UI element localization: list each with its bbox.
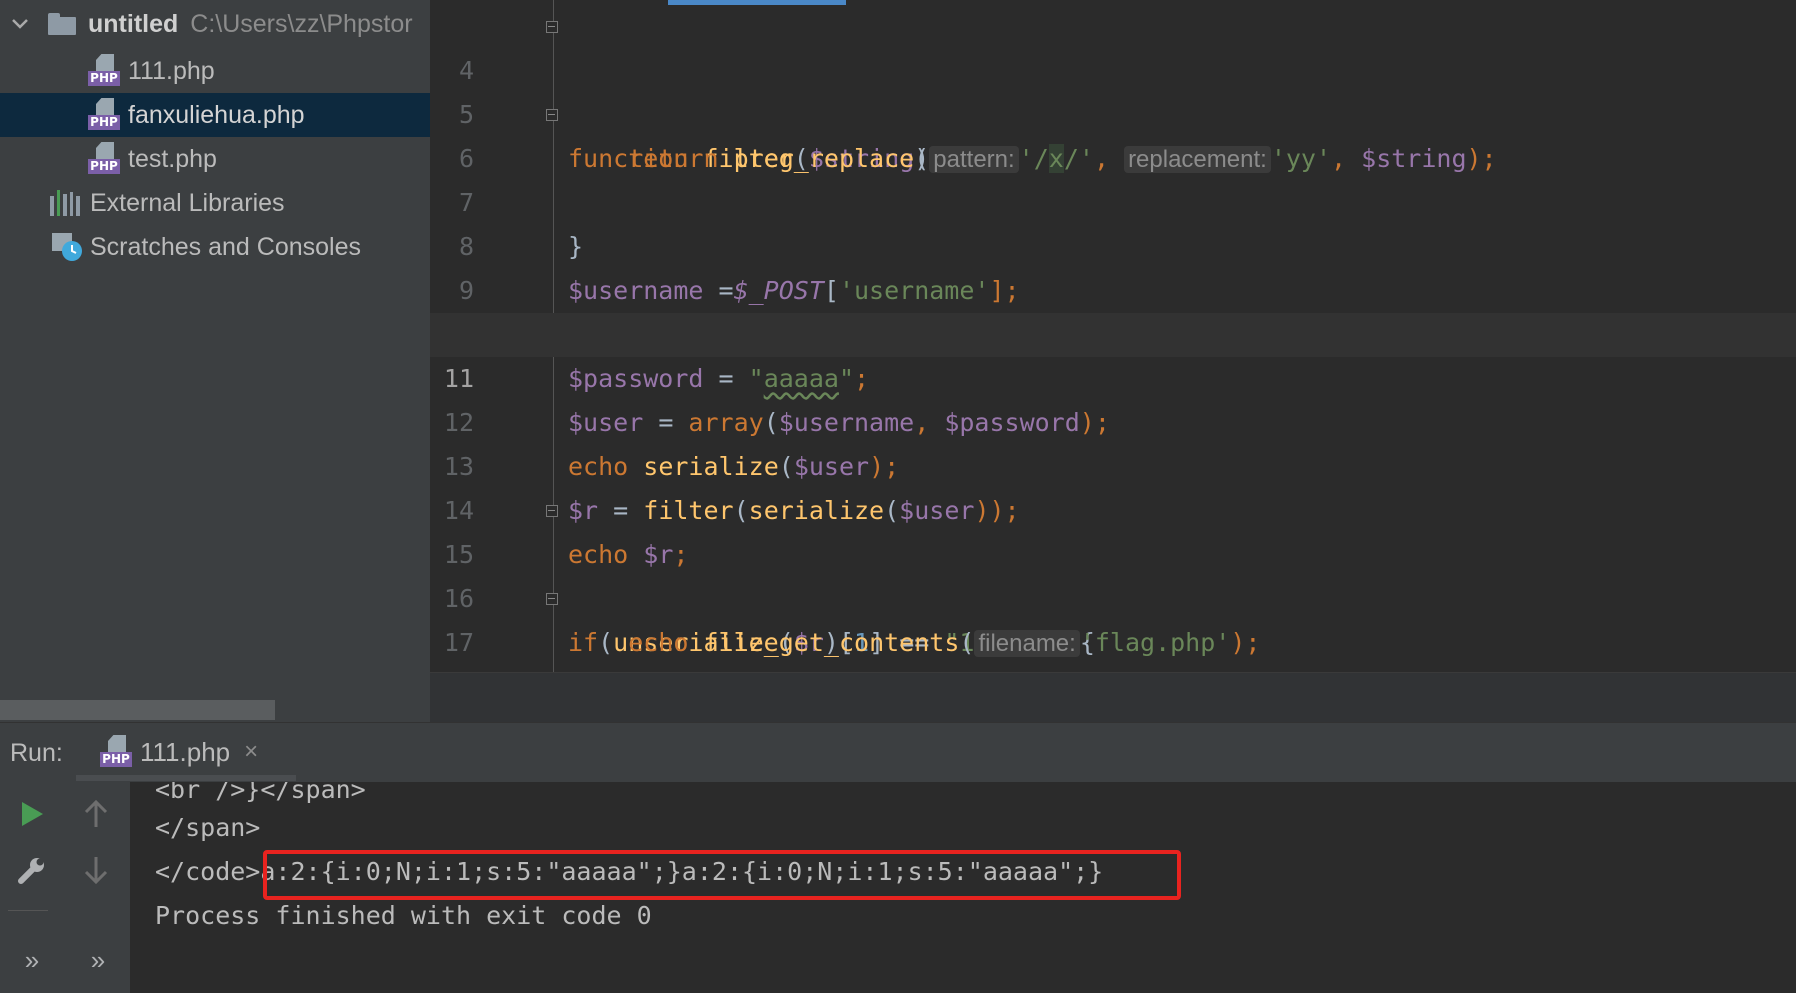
expand-icon[interactable]: » xyxy=(14,942,50,978)
editor-bottom-area xyxy=(430,672,1796,723)
console-line: Process finished with exit code 0 xyxy=(155,901,652,930)
run-toolbar: » » xyxy=(0,782,130,993)
file-name: 111.php xyxy=(128,56,215,85)
code-token: file_get_contents xyxy=(703,628,960,657)
root-folder-path: C:\Users\zz\Phpstor xyxy=(190,9,413,38)
code-token: echo xyxy=(628,628,689,657)
code-line[interactable]: 9 xyxy=(430,225,1796,305)
code-line[interactable]: 16 echo file_get_contents(filename:'flag… xyxy=(430,533,1796,657)
code-line[interactable]: 14 echo $r; xyxy=(430,445,1796,569)
php-file-icon: PHP xyxy=(88,98,120,132)
close-icon[interactable]: × xyxy=(244,738,258,766)
tree-external-libraries[interactable]: External Libraries xyxy=(0,181,430,225)
file-name: fanxuliehua.php xyxy=(128,100,305,129)
tree-file-111-php[interactable]: PHP 111.php xyxy=(0,49,430,93)
tree-file-fanxuliehua-php[interactable]: PHP fanxuliehua.php xyxy=(0,93,430,137)
horizontal-scrollbar[interactable] xyxy=(0,700,275,720)
code-line[interactable]: 10 $password = "aaaaa"; xyxy=(430,269,1796,393)
fold-icon[interactable] xyxy=(544,105,558,123)
php-file-icon: PHP xyxy=(88,54,120,88)
code-line[interactable]: 15 if(unserialize($r)[1] == "123456"){ xyxy=(430,489,1796,657)
arrow-down-icon[interactable] xyxy=(78,852,114,888)
run-tab-label: 111.php xyxy=(140,736,231,767)
code-line[interactable]: 8 $username =$_POST['username']; xyxy=(430,181,1796,305)
code-line[interactable]: 5 return preg_replace(pattern: '/x/', rep… xyxy=(430,49,1796,173)
wrench-icon[interactable] xyxy=(14,852,50,888)
code-line-current[interactable]: 11 $user = array($username, $password); xyxy=(430,313,1796,437)
run-tab-111-php[interactable]: PHP 111.php × xyxy=(100,729,258,775)
folder-icon xyxy=(48,13,76,35)
fold-icon[interactable] xyxy=(544,589,558,607)
arrow-up-icon[interactable] xyxy=(78,796,114,832)
code-line[interactable]: 13 $r = filter(serialize($user)); xyxy=(430,401,1796,525)
parameter-hint: filename: xyxy=(974,630,1080,657)
fold-icon[interactable] xyxy=(544,501,558,519)
code-token: ); xyxy=(1230,628,1261,657)
file-name: test.php xyxy=(128,144,217,173)
code-editor[interactable]: 4 function filter($string){ 5 return pre… xyxy=(430,0,1796,672)
run-tab-underline xyxy=(76,775,296,781)
fold-icon[interactable] xyxy=(544,17,558,35)
code-token: ( xyxy=(959,628,975,657)
run-label: Run: xyxy=(10,738,63,767)
code-token: 'flag.php' xyxy=(1079,628,1231,657)
library-icon xyxy=(50,190,80,216)
external-libraries-label: External Libraries xyxy=(90,188,285,217)
line-number: 17 xyxy=(443,628,474,657)
run-tool-window-header: Run: PHP 111.php × xyxy=(0,722,1796,783)
root-folder-name: untitled xyxy=(88,9,179,38)
code-line[interactable]: 17 } xyxy=(430,577,1796,657)
code-line[interactable]: 6 } xyxy=(430,93,1796,261)
scratches-label: Scratches and Consoles xyxy=(90,232,361,261)
toolbar-divider xyxy=(8,910,48,911)
chevron-down-icon[interactable] xyxy=(10,14,30,35)
run-icon[interactable] xyxy=(14,796,50,832)
expand-icon[interactable]: » xyxy=(80,942,116,978)
tree-file-test-php[interactable]: PHP test.php xyxy=(0,137,430,181)
code-line[interactable]: 12 echo serialize($user); xyxy=(430,357,1796,481)
project-tool-window: untitled C:\Users\zz\Phpstor PHP 111.php… xyxy=(0,0,430,722)
output-highlight-box xyxy=(263,850,1181,900)
tree-root-untitled[interactable]: untitled C:\Users\zz\Phpstor xyxy=(0,2,430,46)
code-line[interactable]: 4 function filter($string){ xyxy=(430,5,1796,173)
scratches-icon xyxy=(50,231,84,263)
tree-scratches-consoles[interactable]: Scratches and Consoles xyxy=(0,225,430,269)
php-file-icon: PHP xyxy=(100,735,132,769)
code-line[interactable]: 7 xyxy=(430,137,1796,217)
php-file-icon: PHP xyxy=(88,142,120,176)
console-line: </span> xyxy=(155,813,261,842)
